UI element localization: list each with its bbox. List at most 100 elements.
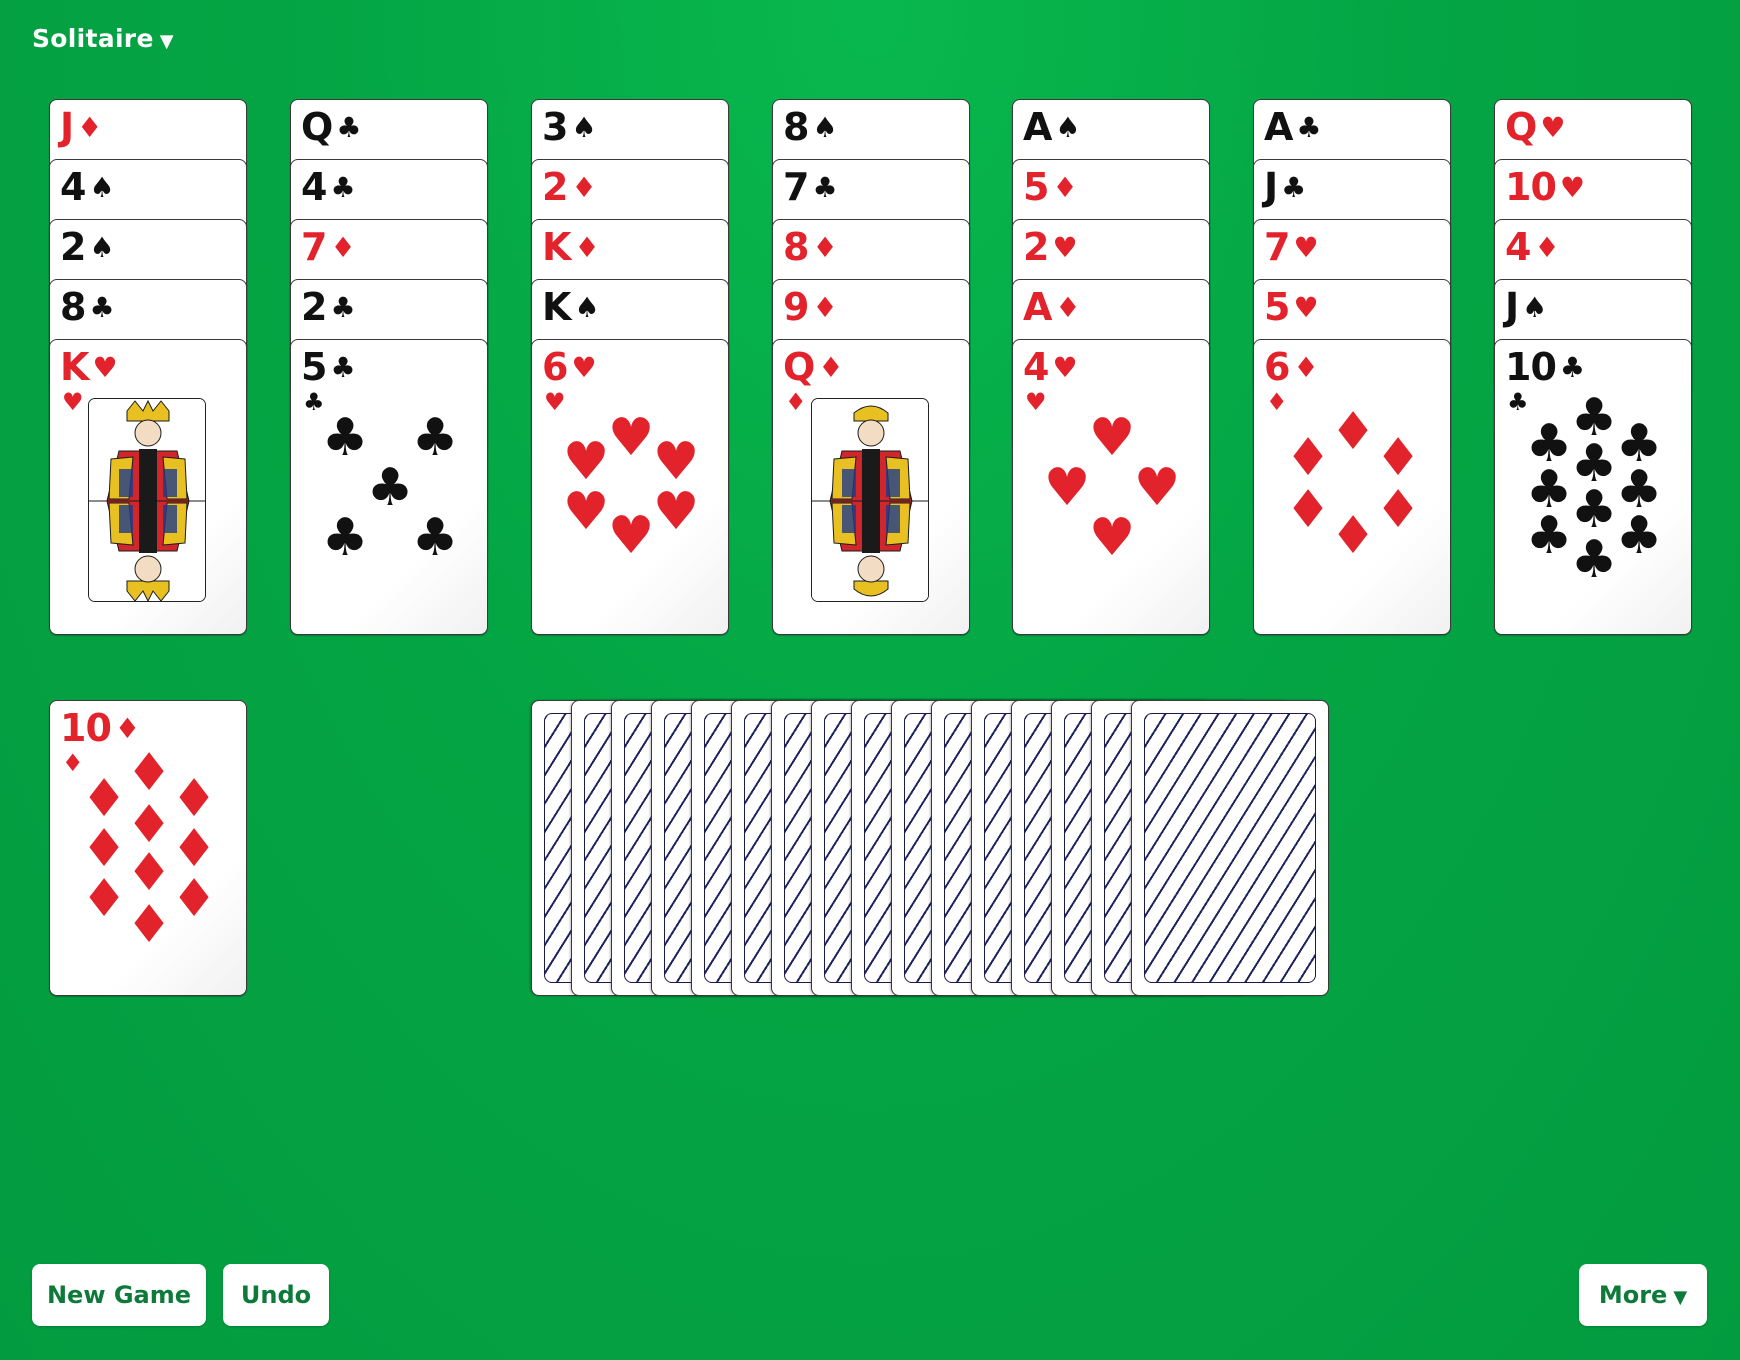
hearts-pip-icon: ♥ <box>1088 508 1136 568</box>
diamonds-icon: ♦ <box>812 291 837 324</box>
clubs-icon: ♣ <box>330 171 355 204</box>
diamonds-pip-icon: ♦ <box>80 819 128 879</box>
card-rank-label: 9 <box>783 285 809 329</box>
clubs-icon: ♣ <box>330 291 355 324</box>
clubs-icon: ♣ <box>336 111 361 144</box>
card-rank-label: 4 <box>1023 345 1049 389</box>
diamonds-pip-icon: ♦ <box>170 769 218 829</box>
card-rank: K ♦ <box>542 225 600 269</box>
hearts-icon: ♥ <box>92 351 117 384</box>
card-rank-label: 10 <box>1505 345 1557 389</box>
card-rank-label: 4 <box>301 165 327 209</box>
diamonds-pip-icon: ♦ <box>170 819 218 879</box>
diamonds-icon: ♦ <box>785 388 807 416</box>
clubs-pip-icon: ♣ <box>321 408 369 468</box>
tableau-top-card[interactable]: 6 ♦ ♦ ♦ ♦ ♦ ♦ ♦ ♦ <box>1253 339 1451 635</box>
spades-icon: ♠ <box>1522 291 1547 324</box>
clubs-icon: ♣ <box>89 291 114 324</box>
tableau-top-card[interactable]: 4 ♥ ♥ ♥ ♥ ♥ ♥ <box>1012 339 1210 635</box>
diamonds-pip-icon: ♦ <box>125 843 173 903</box>
card-rank: K ♥ <box>60 348 118 386</box>
chevron-down-icon: ▼ <box>159 31 174 52</box>
clubs-pip-icon: ♣ <box>411 508 459 568</box>
card-rank-label: 2 <box>301 285 327 329</box>
card-rank: 4 ♦ <box>1505 225 1560 269</box>
card-rank: 2 ♠ <box>60 225 115 269</box>
clubs-pip-icon: ♣ <box>366 458 414 518</box>
card-rank: A ♣ <box>1264 105 1322 149</box>
card-rank-label: 8 <box>783 105 809 149</box>
card-rank-label: 8 <box>60 285 86 329</box>
card-rank: 3 ♠ <box>542 108 597 146</box>
card-rank: 6 ♥ <box>542 348 597 386</box>
hearts-pip-icon: ♥ <box>607 506 655 566</box>
diamonds-icon: ♦ <box>812 231 837 264</box>
diamonds-icon: ♦ <box>571 171 596 204</box>
diamonds-pip-icon: ♦ <box>80 869 128 929</box>
card-rank-label: 6 <box>1264 345 1290 389</box>
undo-button[interactable]: Undo <box>223 1264 329 1326</box>
card-rank: 6 ♦ <box>1264 345 1319 389</box>
clubs-icon: ♣ <box>1507 388 1529 416</box>
spades-icon: ♠ <box>89 171 114 204</box>
diamonds-icon: ♦ <box>1293 351 1318 384</box>
diamonds-pip-icon: ♦ <box>1374 428 1422 488</box>
card-rank-label: K <box>542 285 571 329</box>
waste-card[interactable]: 10 ♦ ♦ ♦ ♦ ♦ ♦ ♦ ♦ ♦ ♦ ♦ ♦ <box>49 700 247 996</box>
card-rank-label: 7 <box>1264 225 1290 269</box>
tableau-top-card[interactable]: Q ♦ ♦ <box>772 339 970 635</box>
card-rank: A ♦ <box>1023 288 1081 326</box>
tableau-top-card[interactable]: 6 ♥ ♥ ♥ ♥ ♥ ♥ ♥ ♥ <box>531 339 729 635</box>
card-rank-label: A <box>1264 105 1293 149</box>
new-game-button[interactable]: New Game <box>32 1264 206 1326</box>
card-rank: 2 ♣ <box>301 285 356 329</box>
diamonds-pip-icon: ♦ <box>1284 480 1332 540</box>
tableau-top-card[interactable]: 10 ♣ ♣ ♣ ♣ ♣ ♣ ♣ ♣ ♣ ♣ ♣ ♣ <box>1494 339 1692 635</box>
card-rank: Q ♦ <box>783 345 843 389</box>
diamonds-pip-icon: ♦ <box>1284 428 1332 488</box>
diamonds-icon: ♦ <box>1534 231 1559 264</box>
card-rank-label: Q <box>301 105 333 149</box>
card-rank-label: 2 <box>60 225 86 269</box>
hearts-pip-icon: ♥ <box>1043 458 1091 518</box>
card-rank-label: 5 <box>1264 285 1290 329</box>
hearts-icon: ♥ <box>571 351 596 384</box>
spades-icon: ♠ <box>574 291 599 324</box>
diamonds-pip-icon: ♦ <box>125 743 173 803</box>
card-rank: 4 ♠ <box>60 168 115 206</box>
hearts-pip-icon: ♥ <box>1088 408 1136 468</box>
stock-card-back[interactable] <box>1131 700 1329 996</box>
more-button[interactable]: More ▼ <box>1579 1264 1707 1326</box>
diamonds-icon: ♦ <box>1266 388 1288 416</box>
card-rank-label: 2 <box>542 165 568 209</box>
card-rank-label: K <box>542 225 571 269</box>
card-rank-label: 10 <box>1505 165 1557 209</box>
king-portrait-icon <box>88 398 206 602</box>
card-rank: 7 ♦ <box>301 225 356 269</box>
hearts-icon: ♥ <box>1293 291 1318 324</box>
more-label: More <box>1598 1281 1668 1309</box>
card-rank-label: 5 <box>1023 165 1049 209</box>
card-rank-label: 4 <box>1505 225 1531 269</box>
card-rank-label: A <box>1023 105 1052 149</box>
clubs-pip-icon: ♣ <box>1525 506 1573 566</box>
tableau-top-card[interactable]: K ♥ ♥ <box>49 339 247 635</box>
card-rank-label: 10 <box>60 706 112 750</box>
tableau-top-card[interactable]: 5 ♣ ♣ ♣ ♣ ♣ ♣ ♣ <box>290 339 488 635</box>
card-rank-label: J <box>1264 165 1278 209</box>
card-rank-label: 7 <box>783 165 809 209</box>
card-rank: J ♠ <box>1505 288 1547 326</box>
card-rank-label: 7 <box>301 225 327 269</box>
game-menu-button[interactable]: Solitaire ▼ <box>32 24 174 53</box>
card-rank: A ♠ <box>1023 105 1081 149</box>
card-rank-label: J <box>60 105 74 149</box>
diamonds-pip-icon: ♦ <box>125 895 173 955</box>
diamonds-icon: ♦ <box>818 351 843 384</box>
hearts-icon: ♥ <box>1052 231 1077 264</box>
spades-icon: ♠ <box>89 231 114 264</box>
clubs-pip-icon: ♣ <box>1570 480 1618 540</box>
hearts-pip-icon: ♥ <box>562 432 610 492</box>
diamonds-icon: ♦ <box>330 231 355 264</box>
card-rank-label: Q <box>783 345 815 389</box>
card-rank-label: 2 <box>1023 225 1049 269</box>
